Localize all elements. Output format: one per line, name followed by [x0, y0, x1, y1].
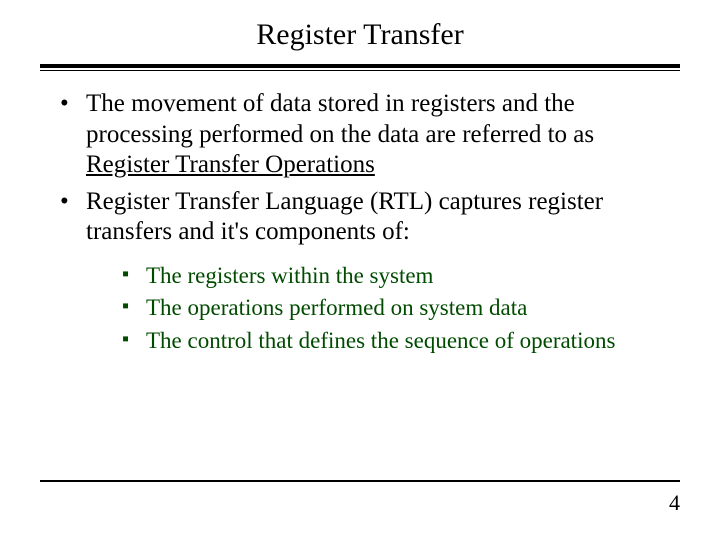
slide-title: Register Transfer — [40, 18, 680, 52]
bullet-text: The movement of data stored in registers… — [86, 90, 594, 148]
divider-bottom — [40, 480, 680, 482]
bullet-item: The movement of data stored in registers… — [66, 89, 680, 181]
sub-bullet-item: The control that defines the sequence of… — [126, 327, 680, 356]
bullet-text: Register Transfer Language (RTL) capture… — [86, 188, 603, 246]
page-number: 4 — [669, 490, 680, 516]
divider-thin — [40, 70, 680, 71]
sub-bullet-list: The registers within the system The oper… — [86, 262, 680, 356]
bullet-underline: Register Transfer Operations — [86, 151, 375, 178]
sub-bullet-text: The control that defines the sequence of… — [146, 328, 615, 353]
slide: Register Transfer The movement of data s… — [0, 0, 720, 540]
sub-bullet-item: The operations performed on system data — [126, 294, 680, 323]
sub-bullet-item: The registers within the system — [126, 262, 680, 291]
divider-thick — [40, 64, 680, 68]
bullet-item: Register Transfer Language (RTL) capture… — [66, 187, 680, 356]
sub-bullet-text: The registers within the system — [146, 263, 433, 288]
sub-bullet-text: The operations performed on system data — [146, 295, 527, 320]
bullet-list: The movement of data stored in registers… — [40, 89, 680, 356]
